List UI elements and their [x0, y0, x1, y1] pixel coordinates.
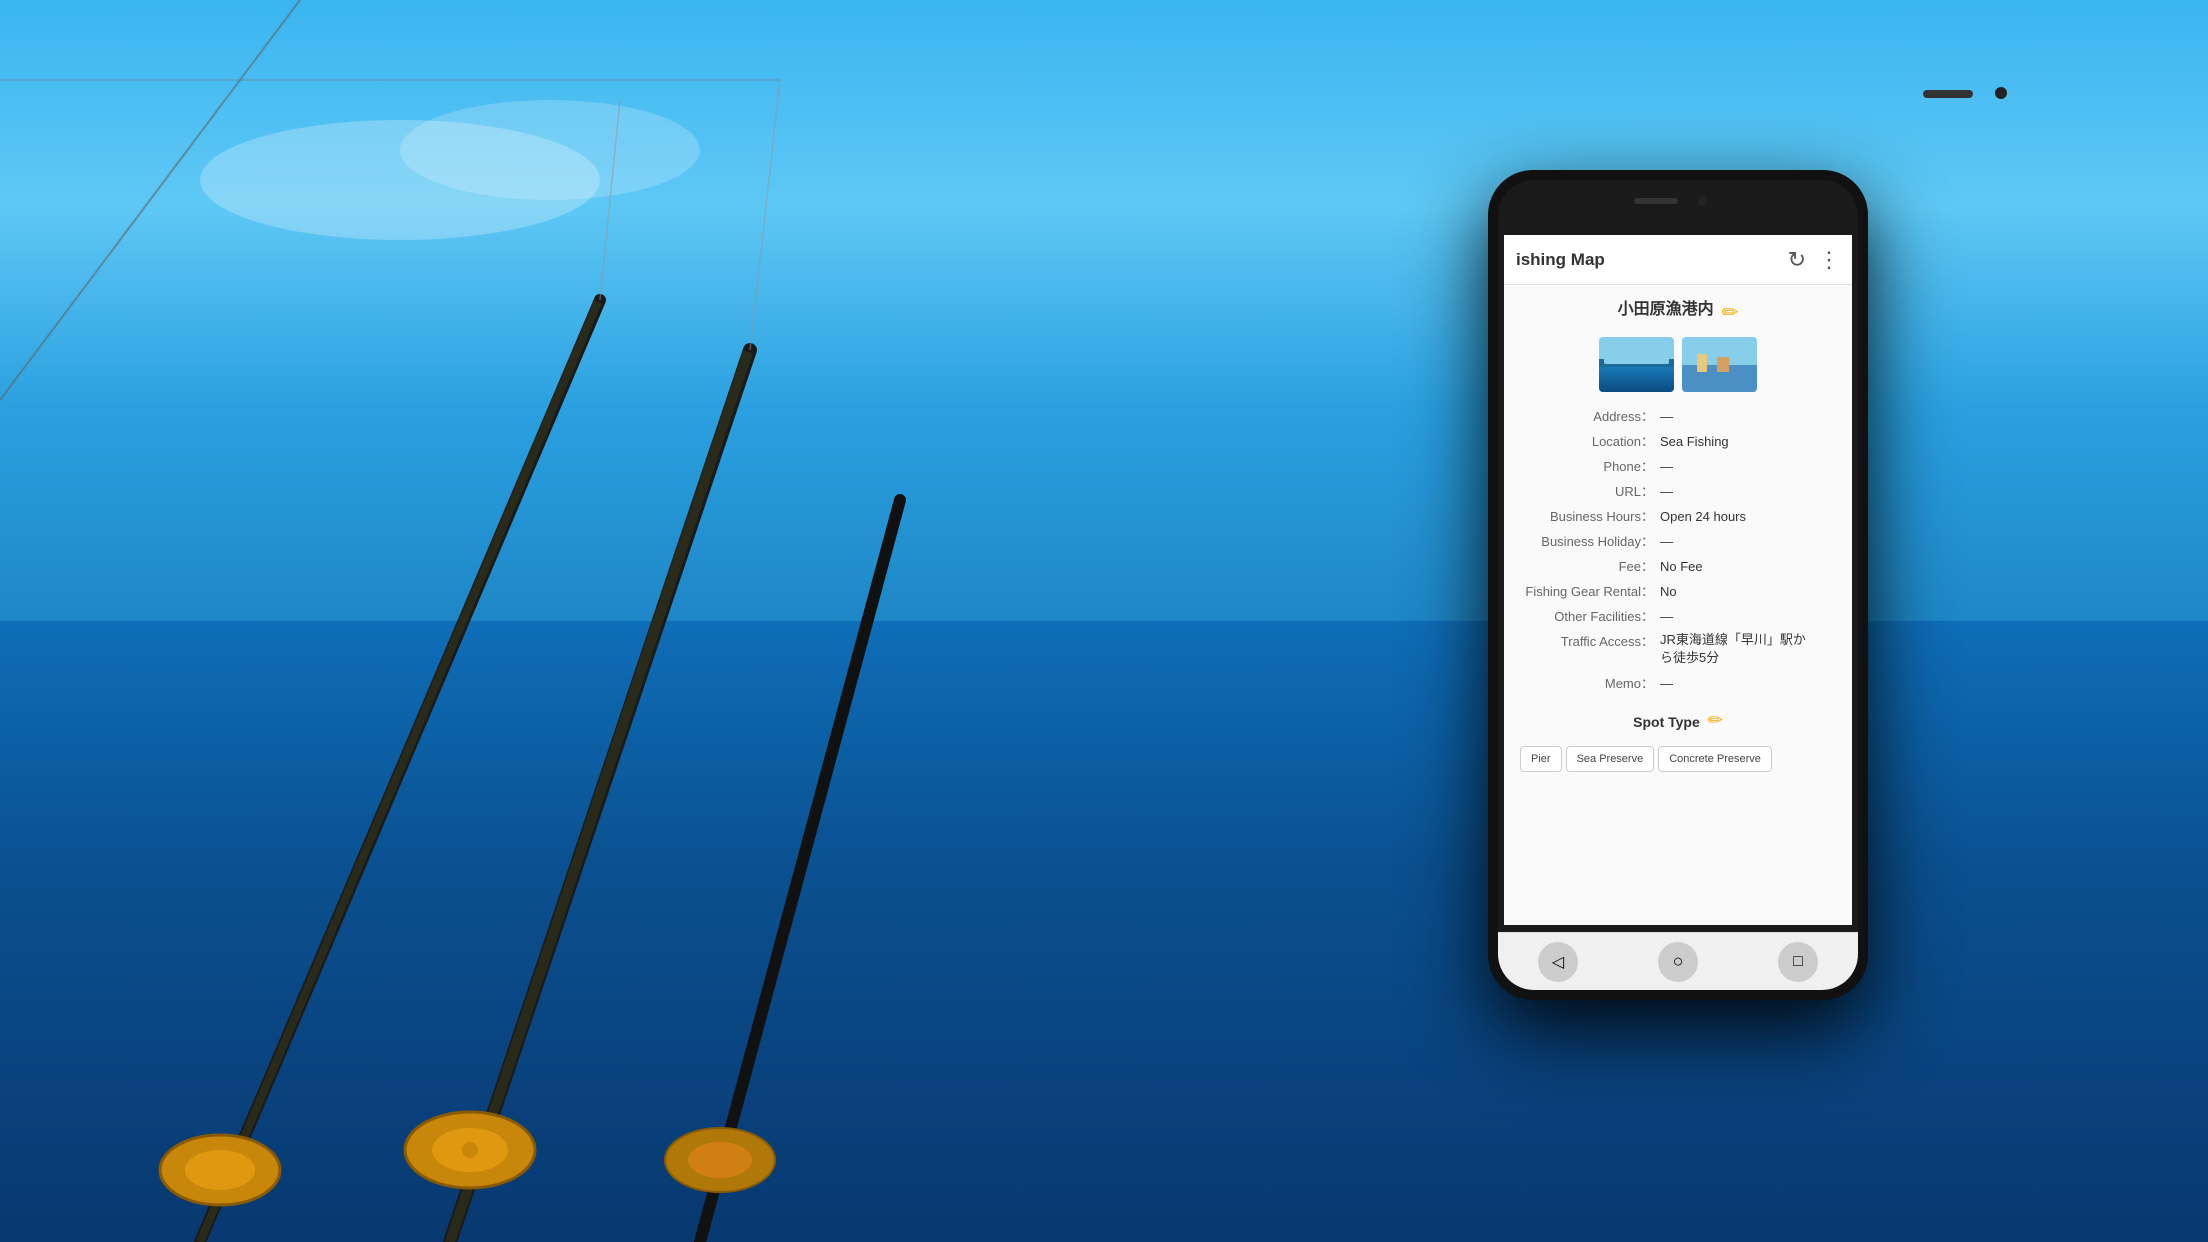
address-label: Address：: [1520, 406, 1660, 425]
phone-front-nav-bar: ◁ ○ □: [1498, 932, 1858, 990]
holiday-value: —: [1660, 534, 1673, 549]
gear-row: Fishing Gear Rental： No: [1520, 581, 1836, 600]
tab-sea-preserve[interactable]: Sea Preserve: [1566, 746, 1655, 772]
sky-overlay: [0, 0, 2208, 683]
address-row: Address： —: [1520, 406, 1836, 425]
hours-label: Business Hours：: [1520, 506, 1660, 525]
front-nav-home[interactable]: ○: [1658, 942, 1698, 982]
phone-front-screen: ishing Map ↻ ⋮ 小田原漁港内 ✏: [1504, 235, 1852, 925]
water-overlay: [0, 621, 2208, 1242]
memo-label: Memo：: [1520, 673, 1660, 692]
phone-front-camera: [1698, 196, 1708, 206]
facilities-row: Other Facilities： —: [1520, 606, 1836, 625]
gear-label: Fishing Gear Rental：: [1520, 581, 1660, 600]
tab-pier[interactable]: Pier: [1520, 746, 1562, 772]
memo-value: —: [1660, 676, 1673, 691]
spot-images: [1520, 337, 1836, 392]
phone-value: —: [1660, 459, 1673, 474]
spot-name: 小田原漁港内: [1618, 295, 1714, 319]
tab-concrete-preserve[interactable]: Concrete Preserve: [1658, 746, 1772, 772]
location-label: Location：: [1520, 431, 1660, 450]
phone-front-speaker: [1634, 198, 1678, 204]
url-row: URL： —: [1520, 481, 1836, 500]
phone-back-speaker: [1923, 90, 1973, 98]
fee-label: Fee：: [1520, 556, 1660, 575]
phone-back-camera: [1995, 87, 2007, 99]
spot-type-edit-icon[interactable]: ✏: [1708, 710, 1723, 731]
traffic-row: Traffic Access： JR東海道線「早川」駅から徒歩5分: [1520, 631, 1836, 667]
spot-image-1[interactable]: [1599, 337, 1674, 392]
front-more-icon[interactable]: ⋮: [1818, 247, 1840, 273]
detail-content: 小田原漁港内 ✏: [1504, 285, 1852, 925]
location-value: Sea Fishing: [1660, 434, 1729, 449]
spot-type-tabs: Pier Sea Preserve Concrete Preserve: [1520, 746, 1836, 772]
memo-row: Memo： —: [1520, 673, 1836, 692]
location-row: Location： Sea Fishing: [1520, 431, 1836, 450]
phone-label: Phone：: [1520, 456, 1660, 475]
traffic-label: Traffic Access：: [1520, 631, 1660, 650]
fee-value: No Fee: [1660, 559, 1703, 574]
holiday-row: Business Holiday： —: [1520, 531, 1836, 550]
front-app-bar: ishing Map ↻ ⋮: [1504, 235, 1852, 285]
hours-row: Business Hours： Open 24 hours: [1520, 506, 1836, 525]
spot-type-title: Spot Type: [1633, 714, 1700, 730]
front-refresh-icon[interactable]: ↻: [1788, 247, 1806, 273]
fee-row: Fee： No Fee: [1520, 556, 1836, 575]
spot-image-2[interactable]: [1682, 337, 1757, 392]
facilities-label: Other Facilities：: [1520, 606, 1660, 625]
traffic-value: JR東海道線「早川」駅から徒歩5分: [1660, 631, 1806, 667]
spot-name-edit-icon[interactable]: ✏: [1722, 300, 1739, 325]
front-nav-back[interactable]: ◁: [1538, 942, 1578, 982]
url-label: URL：: [1520, 481, 1660, 500]
hours-value: Open 24 hours: [1660, 509, 1746, 524]
phone-row: Phone： —: [1520, 456, 1836, 475]
address-value: —: [1660, 409, 1673, 424]
facilities-value: —: [1660, 609, 1673, 624]
info-fields: Address： — Location： Sea Fishing Phone： …: [1520, 406, 1836, 692]
holiday-label: Business Holiday：: [1520, 531, 1660, 550]
url-value: —: [1660, 484, 1673, 499]
front-app-title: ishing Map: [1516, 250, 1788, 270]
front-nav-recents[interactable]: □: [1778, 942, 1818, 982]
phone-front: ishing Map ↻ ⋮ 小田原漁港内 ✏: [1488, 170, 1868, 1000]
gear-value: No: [1660, 584, 1677, 599]
